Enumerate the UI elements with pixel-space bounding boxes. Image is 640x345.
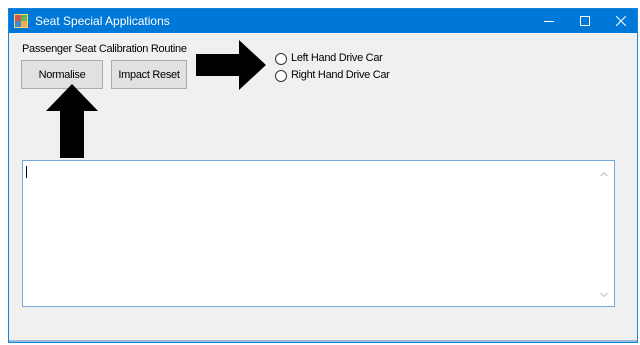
text-caret [26,166,27,178]
output-textbox[interactable] [22,160,615,307]
title-bar[interactable]: Seat Special Applications [9,9,637,33]
close-icon [616,16,626,26]
maximize-icon [580,16,590,26]
left-hand-drive-radio[interactable] [275,53,287,65]
up-arrow-icon [46,84,98,158]
app-window-icon [14,14,28,28]
scroll-up-icon[interactable] [600,171,608,177]
close-button[interactable] [603,9,639,33]
app-window: Seat Special Applications Passenger Seat… [8,8,638,343]
right-hand-drive-label[interactable]: Right Hand Drive Car [291,69,390,82]
minimize-icon [544,21,554,22]
scroll-down-icon[interactable] [600,292,608,298]
impact-reset-button[interactable]: Impact Reset [111,60,187,89]
maximize-button[interactable] [567,9,603,33]
window-title: Seat Special Applications [35,14,170,28]
left-hand-drive-label[interactable]: Left Hand Drive Car [291,52,383,65]
right-arrow-icon [196,40,266,90]
window-bottom-edge [9,340,637,342]
minimize-button[interactable] [531,9,567,33]
form-heading: Passenger Seat Calibration Routine [22,43,187,55]
right-hand-drive-radio[interactable] [275,70,287,82]
